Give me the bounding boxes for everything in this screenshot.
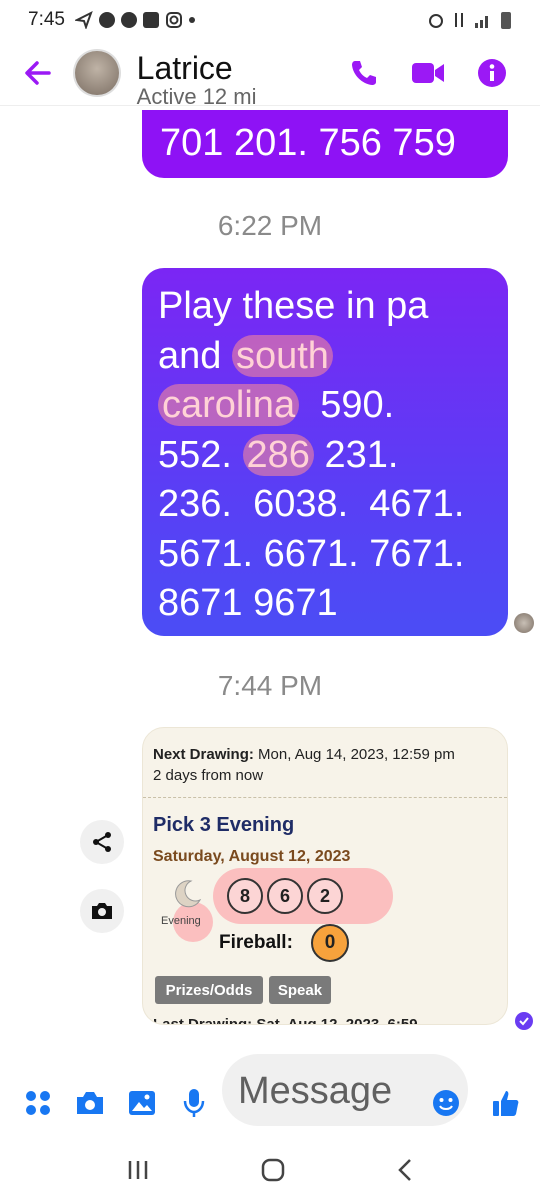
message-bubble-sent[interactable]: Play these in pa and south carolina 590.… [142, 268, 508, 636]
camera-button[interactable] [72, 1085, 108, 1121]
share-icon [93, 832, 111, 852]
status-time: 7:45 [28, 9, 65, 30]
microphone-icon [183, 1089, 205, 1117]
message-fragment: 231. [313, 433, 399, 476]
sent-check-icon [515, 1012, 533, 1030]
drawing-date: Saturday, August 12, 2023 [153, 848, 351, 865]
arrow-left-icon [24, 60, 51, 85]
next-drawing-info: Next Drawing: Mon, Aug 14, 2023, 12:59 p… [143, 728, 507, 798]
conversation-header: Latrice Active 12 mi [0, 40, 540, 106]
save-image-button[interactable] [80, 889, 124, 933]
battery-icon [501, 12, 511, 29]
message-fragment: 590. [299, 384, 395, 426]
info-button[interactable] [472, 53, 512, 93]
moon-icon [175, 880, 202, 908]
voice-button[interactable] [176, 1085, 212, 1121]
nav-back-button[interactable] [396, 1158, 414, 1187]
next-drawing-label: Next Drawing: [153, 746, 254, 763]
message-line: 8671 9671 [158, 582, 338, 624]
gallery-button[interactable] [124, 1085, 160, 1121]
info-icon [478, 58, 506, 87]
emoji-button[interactable] [428, 1085, 464, 1121]
message-line: carolina 590. [158, 381, 492, 431]
shared-image-card[interactable]: Next Drawing: Mon, Aug 14, 2023, 12:59 p… [142, 727, 508, 1025]
last-drawing-partial: Last Drawing: Sat, Aug 12, 2023, 6:59 [153, 1016, 418, 1025]
camera-icon [77, 1092, 103, 1114]
message-line: and south [158, 332, 492, 382]
send-icon [74, 11, 93, 29]
next-drawing-value: Mon, Aug 14, 2023, 12:59 pm [253, 746, 455, 763]
speak-button: Speak [269, 976, 331, 1004]
recents-icon [128, 1160, 147, 1179]
signal-icon [475, 16, 488, 28]
system-nav-bar [0, 1144, 540, 1200]
fireball-label: Fireball: [219, 932, 293, 953]
highlighted-text: south [231, 334, 333, 377]
read-receipt-avatar [514, 613, 534, 633]
contact-info[interactable]: Latrice Active 12 mi [137, 40, 344, 106]
more-notifications-dot [188, 17, 195, 23]
back-icon [398, 1158, 412, 1181]
timestamp: 6:22 PM [217, 210, 323, 241]
system-icons [428, 10, 512, 30]
timestamp: 7:44 PM [217, 670, 323, 701]
camera-icon [92, 903, 112, 919]
share-button[interactable] [80, 820, 124, 864]
number-ball: 2 [307, 878, 343, 914]
video-icon [412, 62, 444, 83]
number-ball: 8 [227, 878, 263, 914]
notification-icons [74, 11, 195, 29]
next-drawing-relative: 2 days from now [153, 767, 264, 784]
instagram-icon [165, 12, 182, 28]
alarm-icon [429, 14, 443, 28]
message-bubble-sent[interactable]: 701 201. 756 759 [142, 110, 508, 178]
highlighted-text: 286 [242, 433, 314, 476]
menu-dots-icon [26, 1091, 50, 1115]
game-title: Pick 3 Evening [153, 814, 295, 836]
phone-icon [352, 60, 376, 85]
message-placeholder: Message [238, 1070, 393, 1112]
data-icon [455, 13, 463, 27]
contact-name: Latrice [136, 49, 233, 86]
message-fragment: and [158, 334, 232, 377]
message-line: 236. 6038. 4671. [158, 483, 465, 525]
message-line: Play these in pa [158, 285, 429, 327]
winning-numbers: 8 6 2 [227, 878, 343, 914]
highlighted-text: carolina [158, 384, 300, 426]
message-line: 5671. 6671. 7671. [158, 532, 465, 575]
messenger-icon [98, 12, 115, 28]
evening-label: Evening [161, 915, 201, 927]
contact-status: Active 12 mi [136, 83, 257, 106]
emoji-icon [433, 1090, 459, 1116]
contact-avatar[interactable] [73, 48, 121, 97]
more-options-button[interactable] [20, 1085, 56, 1121]
home-button[interactable] [261, 1158, 285, 1187]
video-call-button[interactable] [408, 53, 448, 93]
back-button[interactable] [8, 43, 67, 103]
message-fragment: 552. [158, 433, 243, 476]
voice-call-button[interactable] [344, 53, 384, 93]
header-actions [344, 53, 512, 93]
gallery-icon [129, 1091, 155, 1115]
fireball-ball: 0 [311, 924, 349, 962]
app-icon [142, 12, 159, 28]
messenger-icon [120, 12, 137, 28]
home-icon [261, 1158, 285, 1181]
status-bar: 7:45 [0, 0, 540, 40]
prizes-odds-button: Prizes/Odds [155, 976, 263, 1004]
message-text: 701 201. 756 759 [160, 122, 456, 164]
thumbs-up-icon [493, 1091, 519, 1116]
message-line: 552. 286 231. [158, 431, 492, 481]
number-ball: 6 [267, 878, 303, 914]
like-button[interactable] [488, 1085, 524, 1121]
recents-button[interactable] [126, 1159, 150, 1186]
